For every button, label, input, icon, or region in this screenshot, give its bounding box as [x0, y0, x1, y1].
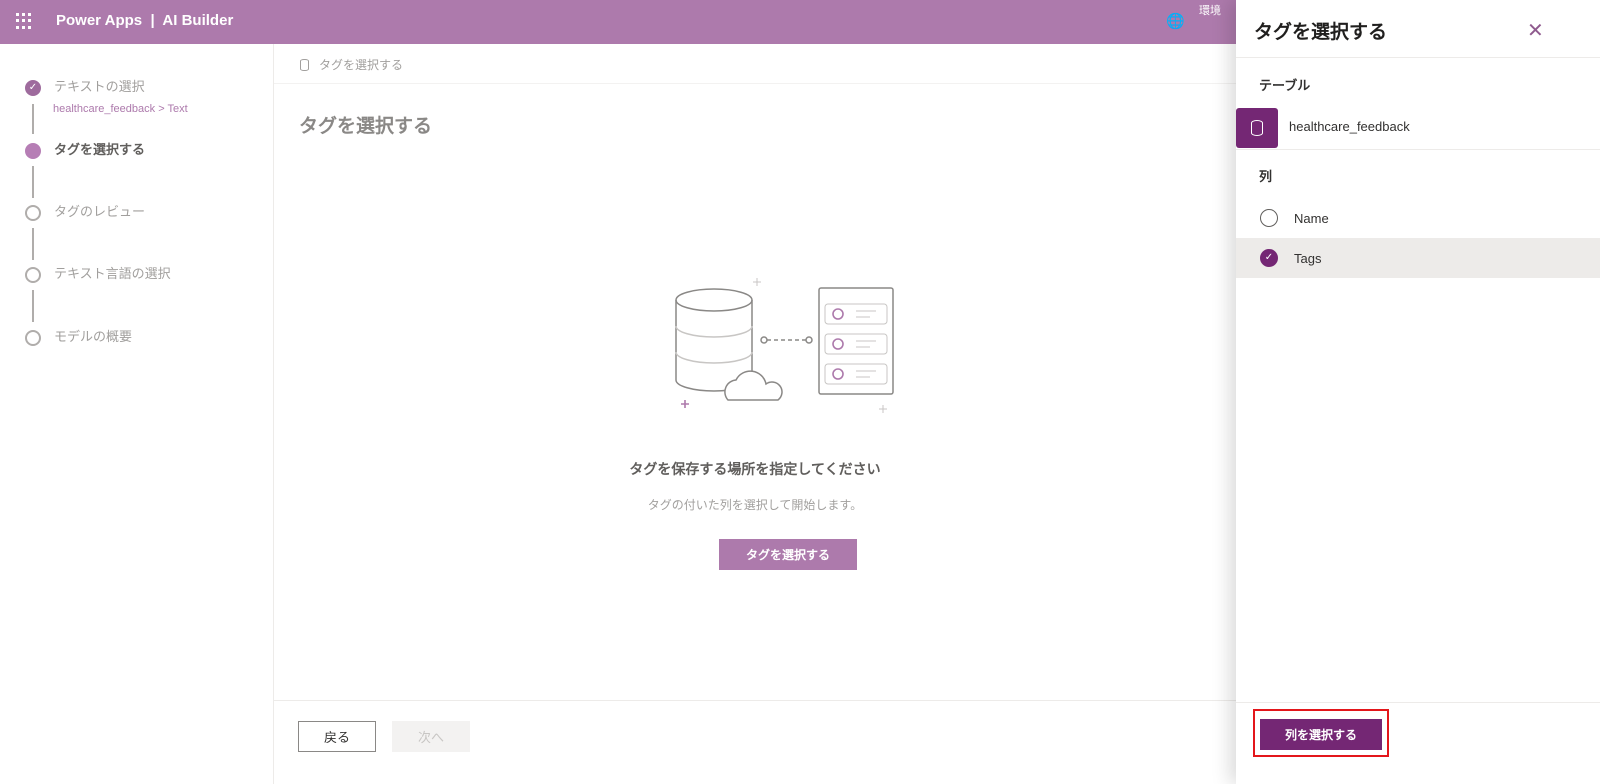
table-name[interactable]: healthcare_feedback — [1289, 119, 1410, 134]
step-review-tags: タグのレビュー — [25, 205, 145, 221]
globe-icon[interactable]: 🌐 — [1166, 12, 1185, 30]
wizard-footer: 戻る 次へ — [274, 700, 1236, 784]
breadcrumb: タグを選択する — [274, 44, 1236, 84]
table-label: テーブル — [1259, 79, 1311, 94]
option-label: Tags — [1294, 250, 1322, 266]
empty-state-subtitle: タグの付いた列を選択して開始します。 — [647, 498, 863, 512]
column-option-name[interactable]: Name — [1236, 198, 1600, 238]
database-icon — [300, 59, 309, 71]
pending-step-icon — [25, 267, 41, 283]
breadcrumb-text: タグを選択する — [319, 58, 404, 72]
check-icon: ✓ — [25, 80, 41, 96]
step-language: テキスト言語の選択 — [25, 267, 171, 283]
step-summary: モデルの概要 — [25, 330, 132, 346]
pending-step-icon — [25, 205, 41, 221]
app-launcher-icon[interactable] — [16, 13, 32, 29]
step-select-tags[interactable]: タグを選択する — [25, 143, 145, 159]
environment-label: 環境 — [1199, 4, 1221, 17]
step-label: タグを選択する — [54, 143, 146, 158]
step-source: healthcare_feedback > Text — [53, 103, 188, 115]
next-button: 次へ — [392, 721, 470, 752]
select-column-button[interactable]: 列を選択する — [1260, 719, 1382, 750]
step-connector — [32, 104, 34, 134]
current-step-icon — [25, 143, 41, 159]
page-title: タグを選択する — [299, 115, 433, 137]
select-tags-button[interactable]: タグを選択する — [719, 539, 857, 570]
step-label: タグのレビュー — [54, 205, 146, 220]
divider — [1236, 149, 1600, 150]
option-label: Name — [1294, 210, 1329, 226]
select-tags-panel: タグを選択する ✕ テーブル healthcare_feedback 列 Nam… — [1236, 0, 1600, 784]
close-icon[interactable]: ✕ — [1527, 18, 1544, 43]
step-label: モデルの概要 — [54, 330, 133, 345]
pending-step-icon — [25, 330, 41, 346]
column-label: 列 — [1259, 170, 1273, 185]
panel-title: タグを選択する — [1254, 21, 1388, 43]
step-connector — [32, 290, 34, 322]
column-option-tags[interactable]: ✓ Tags — [1236, 238, 1600, 278]
step-label: テキストの選択 — [54, 80, 145, 95]
divider — [1236, 702, 1600, 703]
divider — [1236, 57, 1600, 58]
tag-storage-illustration — [675, 278, 894, 413]
step-connector — [32, 228, 34, 260]
step-select-text[interactable]: ✓ テキストの選択 — [25, 80, 145, 96]
empty-state-title: タグを保存する場所を指定してください — [629, 462, 881, 478]
checked-radio-icon: ✓ — [1260, 249, 1278, 267]
database-icon — [1236, 108, 1278, 148]
step-label: テキスト言語の選択 — [54, 267, 171, 282]
app-title: Power Apps | AI Builder — [56, 12, 234, 29]
step-connector — [32, 166, 34, 198]
radio-icon — [1260, 209, 1278, 227]
back-button[interactable]: 戻る — [298, 721, 376, 752]
